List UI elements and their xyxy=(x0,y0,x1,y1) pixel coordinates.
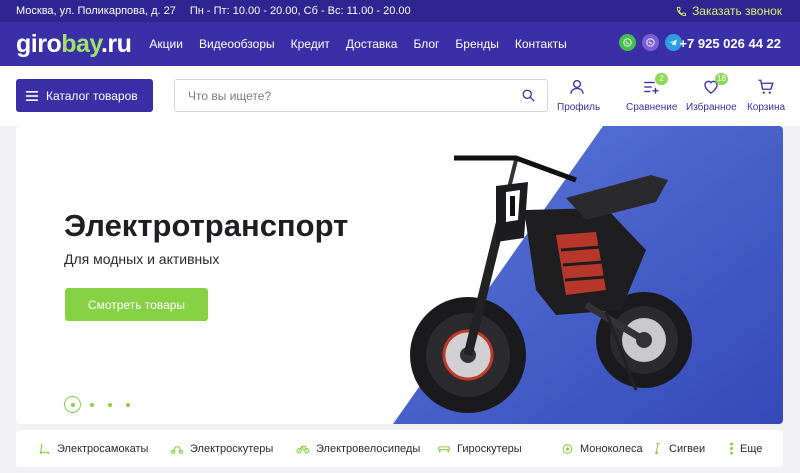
category-electric-scooters[interactable]: Электросамокаты xyxy=(38,442,148,455)
search-box xyxy=(174,79,548,112)
banner-subtitle: Для модных и активных xyxy=(64,251,220,267)
category-monowheels[interactable]: Моноколеса xyxy=(561,442,643,455)
site-logo[interactable]: girobay.ru xyxy=(16,30,132,59)
favorites-label: Избранное xyxy=(686,102,737,113)
electric-motorcycle-image xyxy=(410,155,692,413)
category-strip: Электросамокаты Электроскутеры Электрове… xyxy=(16,430,783,467)
segway-icon xyxy=(655,443,660,455)
nav-item-contacts[interactable]: Контакты xyxy=(515,37,567,51)
view-products-button[interactable]: Смотреть товары xyxy=(65,288,208,321)
nav-item-video-reviews[interactable]: Видеообзоры xyxy=(199,37,275,51)
slider-dot-1[interactable] xyxy=(64,396,81,413)
slider-dot-3[interactable] xyxy=(108,402,112,407)
cart-label: Корзина xyxy=(746,102,786,113)
compare-count-badge: 2 xyxy=(655,73,668,85)
search-row: Каталог товаров Профиль 2 Сравнение 18 И… xyxy=(0,66,800,126)
nav-item-promo[interactable]: Акции xyxy=(149,37,183,51)
main-nav: Акции Видеообзоры Кредит Доставка Блог Б… xyxy=(149,37,582,51)
slider-dot-2[interactable] xyxy=(90,402,94,407)
header-phone[interactable]: +7 925 026 44 22 xyxy=(679,36,781,51)
hero-banner[interactable]: Электротранспорт Для модных и активных С… xyxy=(16,126,783,424)
cart-icon xyxy=(758,79,774,94)
compare-label: Сравнение xyxy=(626,102,678,113)
callback-label: Заказать звонок xyxy=(692,4,782,18)
profile-label: Профиль xyxy=(557,102,601,113)
profile-button[interactable]: Профиль xyxy=(557,78,601,113)
nav-item-delivery[interactable]: Доставка xyxy=(346,37,398,51)
nav-item-brands[interactable]: Бренды xyxy=(455,37,498,51)
favorites-count-badge: 18 xyxy=(715,73,728,85)
search-icon[interactable] xyxy=(521,88,536,103)
working-hours: Пн - Пт: 10.00 - 20.00, Сб - Вс: 11.00 -… xyxy=(189,5,411,17)
banner-title: Электротранспорт xyxy=(64,208,349,243)
nav-item-blog[interactable]: Блог xyxy=(413,37,439,51)
user-icon xyxy=(570,79,584,94)
category-hoverboards[interactable]: Гироскутеры xyxy=(437,442,522,455)
store-address: Москва, ул. Поликарпова, д. 27 xyxy=(16,5,176,17)
top-info-bar: Москва, ул. Поликарпова, д. 27 Пн - Пт: … xyxy=(0,0,800,22)
messenger-links xyxy=(613,34,682,51)
viber-icon[interactable] xyxy=(642,34,659,51)
bicycle-icon xyxy=(296,445,310,454)
more-vertical-icon xyxy=(730,442,733,455)
cart-button[interactable]: Корзина xyxy=(746,78,786,113)
main-navbar: girobay.ru Акции Видеообзоры Кредит Дост… xyxy=(0,22,800,66)
favorites-button[interactable]: 18 Избранное xyxy=(686,73,737,113)
category-electric-bikes[interactable]: Электровелосипеды xyxy=(296,442,420,455)
category-electric-mopeds[interactable]: Электроскутеры xyxy=(170,442,273,455)
category-segways[interactable]: Сигвеи xyxy=(650,442,705,455)
scooter-icon xyxy=(39,443,50,454)
monowheel-icon xyxy=(562,444,573,454)
slider-dot-4[interactable] xyxy=(126,402,130,407)
nav-item-credit[interactable]: Кредит xyxy=(291,37,330,51)
catalog-button[interactable]: Каталог товаров xyxy=(16,79,153,112)
search-input[interactable] xyxy=(175,80,495,111)
callback-link[interactable]: Заказать звонок xyxy=(676,0,782,22)
moped-icon xyxy=(171,446,183,454)
phone-icon xyxy=(676,6,687,16)
compare-button[interactable]: 2 Сравнение xyxy=(626,73,678,113)
hoverboard-icon xyxy=(438,446,450,453)
catalog-label: Каталог товаров xyxy=(46,88,138,103)
whatsapp-icon[interactable] xyxy=(619,34,636,51)
category-more[interactable]: Еще xyxy=(729,442,762,455)
slider-dots xyxy=(64,396,144,413)
menu-icon xyxy=(26,90,38,101)
